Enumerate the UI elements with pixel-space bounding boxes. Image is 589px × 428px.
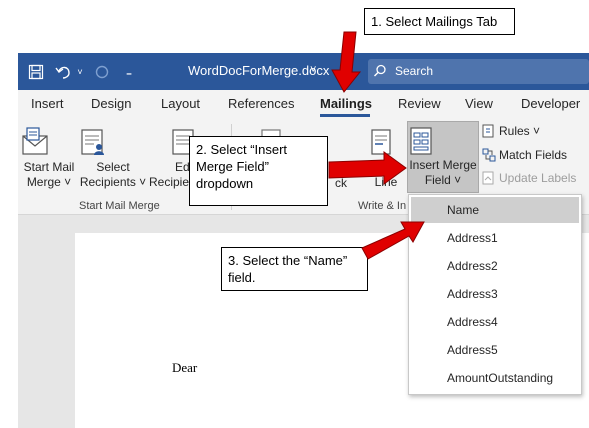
arrow-to-name-field bbox=[361, 221, 425, 260]
arrow-to-insert-merge-field bbox=[328, 151, 407, 185]
arrow-to-mailings-tab bbox=[331, 31, 362, 93]
annotation-arrows bbox=[328, 31, 425, 260]
